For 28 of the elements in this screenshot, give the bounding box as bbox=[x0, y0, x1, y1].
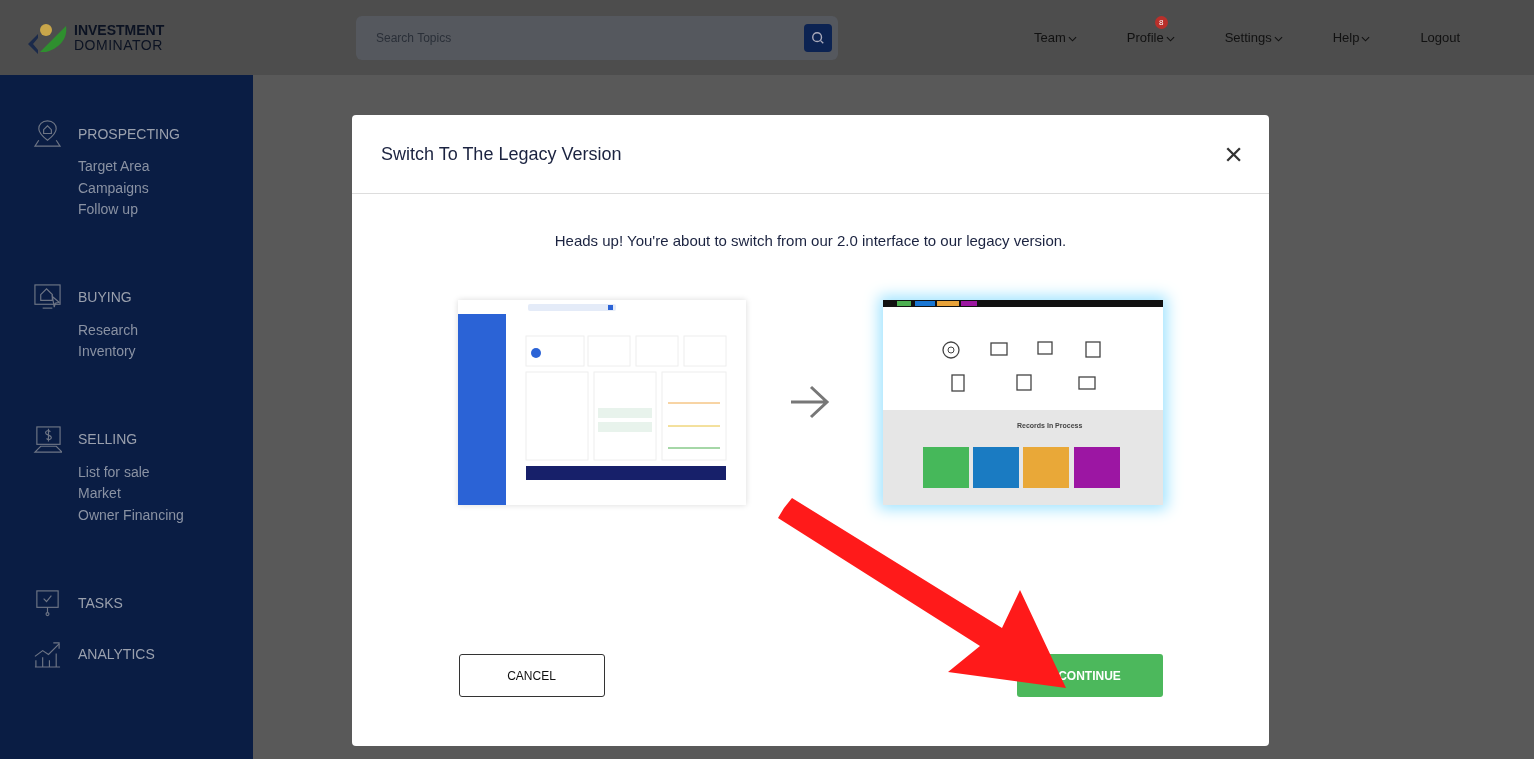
modal-title: Switch To The Legacy Version bbox=[381, 143, 622, 165]
sidebar-section-title[interactable]: BUYING bbox=[78, 289, 132, 305]
sidebar-item[interactable]: Owner Financing bbox=[78, 504, 253, 526]
close-button[interactable]: × bbox=[1224, 138, 1243, 170]
sidebar-item[interactable]: Target Area bbox=[78, 156, 253, 178]
sidebar-section-title[interactable]: TASKS bbox=[78, 594, 123, 611]
monitor-house-icon bbox=[33, 282, 62, 312]
logo-subtitle: DOMINATOR bbox=[74, 37, 164, 53]
search-icon bbox=[811, 30, 825, 45]
sidebar-item[interactable]: List for sale bbox=[78, 461, 253, 483]
chart-growth-icon bbox=[33, 639, 62, 668]
monitor-dollar-icon bbox=[33, 424, 62, 454]
sidebar-item[interactable]: Campaigns bbox=[78, 177, 253, 199]
sidebar-section-title[interactable]: SELLING bbox=[78, 431, 138, 447]
modal-message: Heads up! You're about to switch from our 2.0 interface to our legacy version. bbox=[554, 232, 1067, 249]
sidebar-item[interactable]: Inventory bbox=[78, 341, 253, 363]
right-arrow-icon bbox=[789, 385, 831, 419]
search-button[interactable] bbox=[804, 23, 832, 52]
logo-title: INVESTMENT bbox=[74, 22, 165, 38]
sidebar-section-title[interactable]: PROSPECTING bbox=[78, 125, 180, 142]
sidebar-item[interactable]: Follow up bbox=[78, 199, 253, 221]
notification-badge: 8 bbox=[1154, 16, 1168, 29]
sidebar-item[interactable]: Research bbox=[78, 319, 253, 341]
location-house-icon bbox=[33, 119, 62, 148]
sidebar-item[interactable]: Market bbox=[78, 483, 253, 505]
sidebar-section-title[interactable]: ANALYTICS bbox=[78, 645, 155, 662]
board-check-icon bbox=[33, 588, 62, 617]
cancel-button[interactable]: CANCEL bbox=[458, 654, 605, 697]
